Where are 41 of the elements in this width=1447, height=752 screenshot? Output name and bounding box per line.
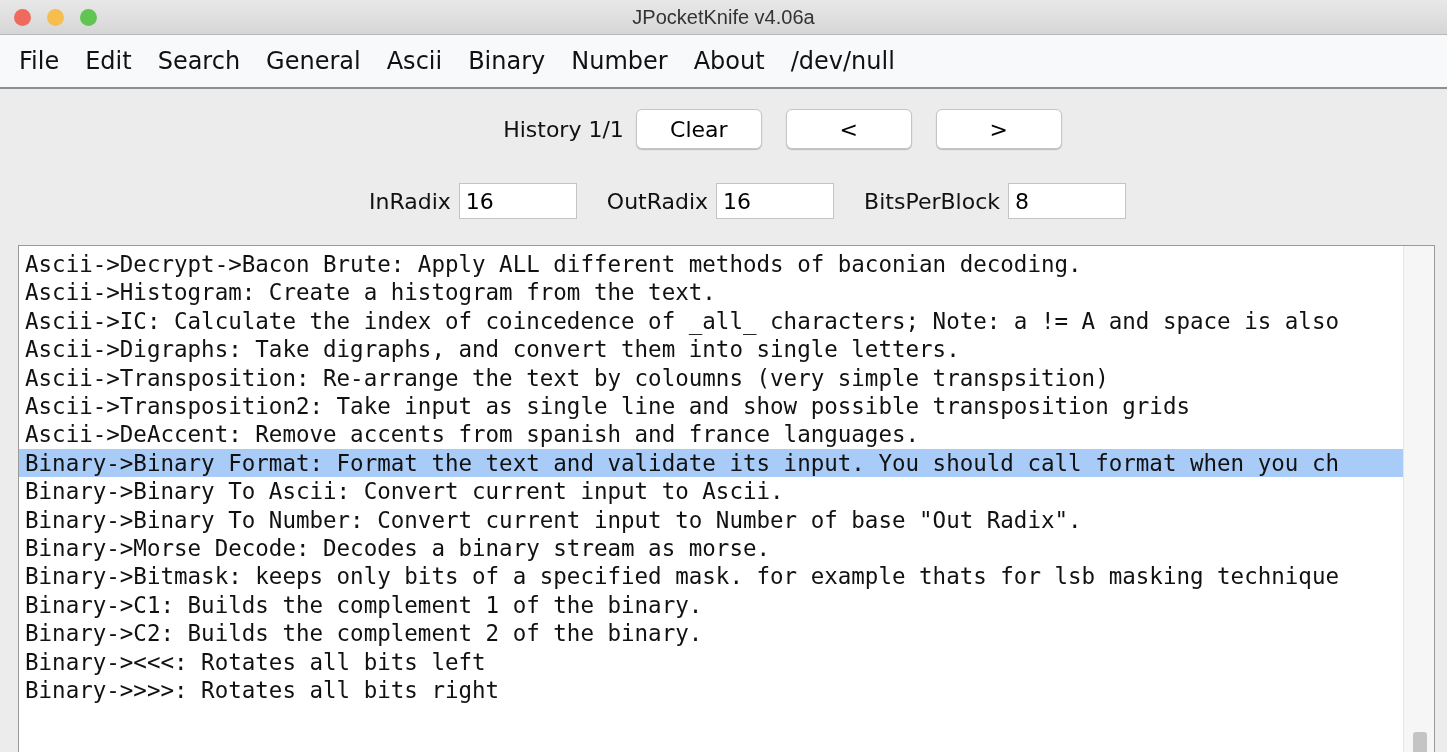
minimize-button[interactable] xyxy=(47,9,64,26)
window-title: JPocketKnife v4.06a xyxy=(632,5,815,29)
text-line: Ascii->IC: Calculate the index of coincedence of _all_ characters; Note: a != A and space is also xyxy=(24,306,1340,336)
menu-item[interactable]: File xyxy=(6,47,73,75)
text-line: Binary->Binary To Ascii: Convert current input to Ascii. xyxy=(24,477,785,506)
scrollbar[interactable] xyxy=(1403,246,1434,752)
zoom-button[interactable] xyxy=(80,9,97,26)
text-line: Ascii->Transposition: Re-arrange the text by coloumns (very simple transpsition) xyxy=(24,363,1110,393)
text-line: Binary->C2: Builds the complement 2 of the binary. xyxy=(24,619,704,648)
text-area[interactable] xyxy=(18,245,1435,752)
menu-item[interactable]: Edit xyxy=(72,47,145,75)
text-line: Binary->>>>: Rotates all bits right xyxy=(24,676,501,705)
input-field[interactable]: 16 xyxy=(716,183,835,219)
field-label: BitsPerBlock xyxy=(864,188,1000,214)
text-line: Binary->C1: Builds the complement 1 of the binary. xyxy=(24,590,704,620)
menu-item[interactable]: General xyxy=(253,47,374,75)
menu-item[interactable]: Search xyxy=(144,47,254,75)
menu-item[interactable]: Number xyxy=(558,47,681,75)
menu-item[interactable]: Binary xyxy=(455,47,559,75)
text-line: Binary-><<<: Rotates all bits left xyxy=(24,647,487,677)
text-line: Binary->Morse Decode: Decodes a binary stream as morse. xyxy=(24,534,772,563)
field-label: InRadix xyxy=(369,188,451,214)
text-line: Ascii->Digraphs: Take digraphs, and convert them into single letters. xyxy=(24,335,961,364)
field-label: OutRadix xyxy=(606,188,709,214)
text-line: Ascii->DeAccent: Remove accents from spanish and france languages. xyxy=(24,420,921,449)
text-line: Ascii->Decrypt->Bacon Brute: Apply ALL different methods of baconian decoding. xyxy=(24,250,1083,279)
close-button[interactable] xyxy=(14,9,31,26)
history-button[interactable]: < xyxy=(785,109,912,149)
text-line: Ascii->Histogram: Create a histogram from the text. xyxy=(24,278,717,307)
input-field[interactable]: 8 xyxy=(1007,183,1126,219)
text-line: Binary->Binary To Number: Convert current input to Number of base "Out Radix". xyxy=(24,505,1083,535)
input-field[interactable]: 16 xyxy=(458,183,577,219)
menu-item[interactable]: Ascii xyxy=(373,47,456,75)
text-line: Ascii->Transposition2: Take input as single line and show possible transposition grids xyxy=(24,392,1191,421)
history-label: History 1/1 xyxy=(503,116,624,142)
scroll-thumb[interactable] xyxy=(1413,732,1427,752)
history-button[interactable]: > xyxy=(935,109,1062,149)
history-button[interactable]: Clear xyxy=(635,109,762,149)
menu-item[interactable]: /dev/null xyxy=(777,47,908,75)
menu-item[interactable]: About xyxy=(680,47,778,75)
text-line: Binary->Bitmask: keeps only bits of a specified mask. for example thats for lsb masking technique xyxy=(24,562,1340,591)
